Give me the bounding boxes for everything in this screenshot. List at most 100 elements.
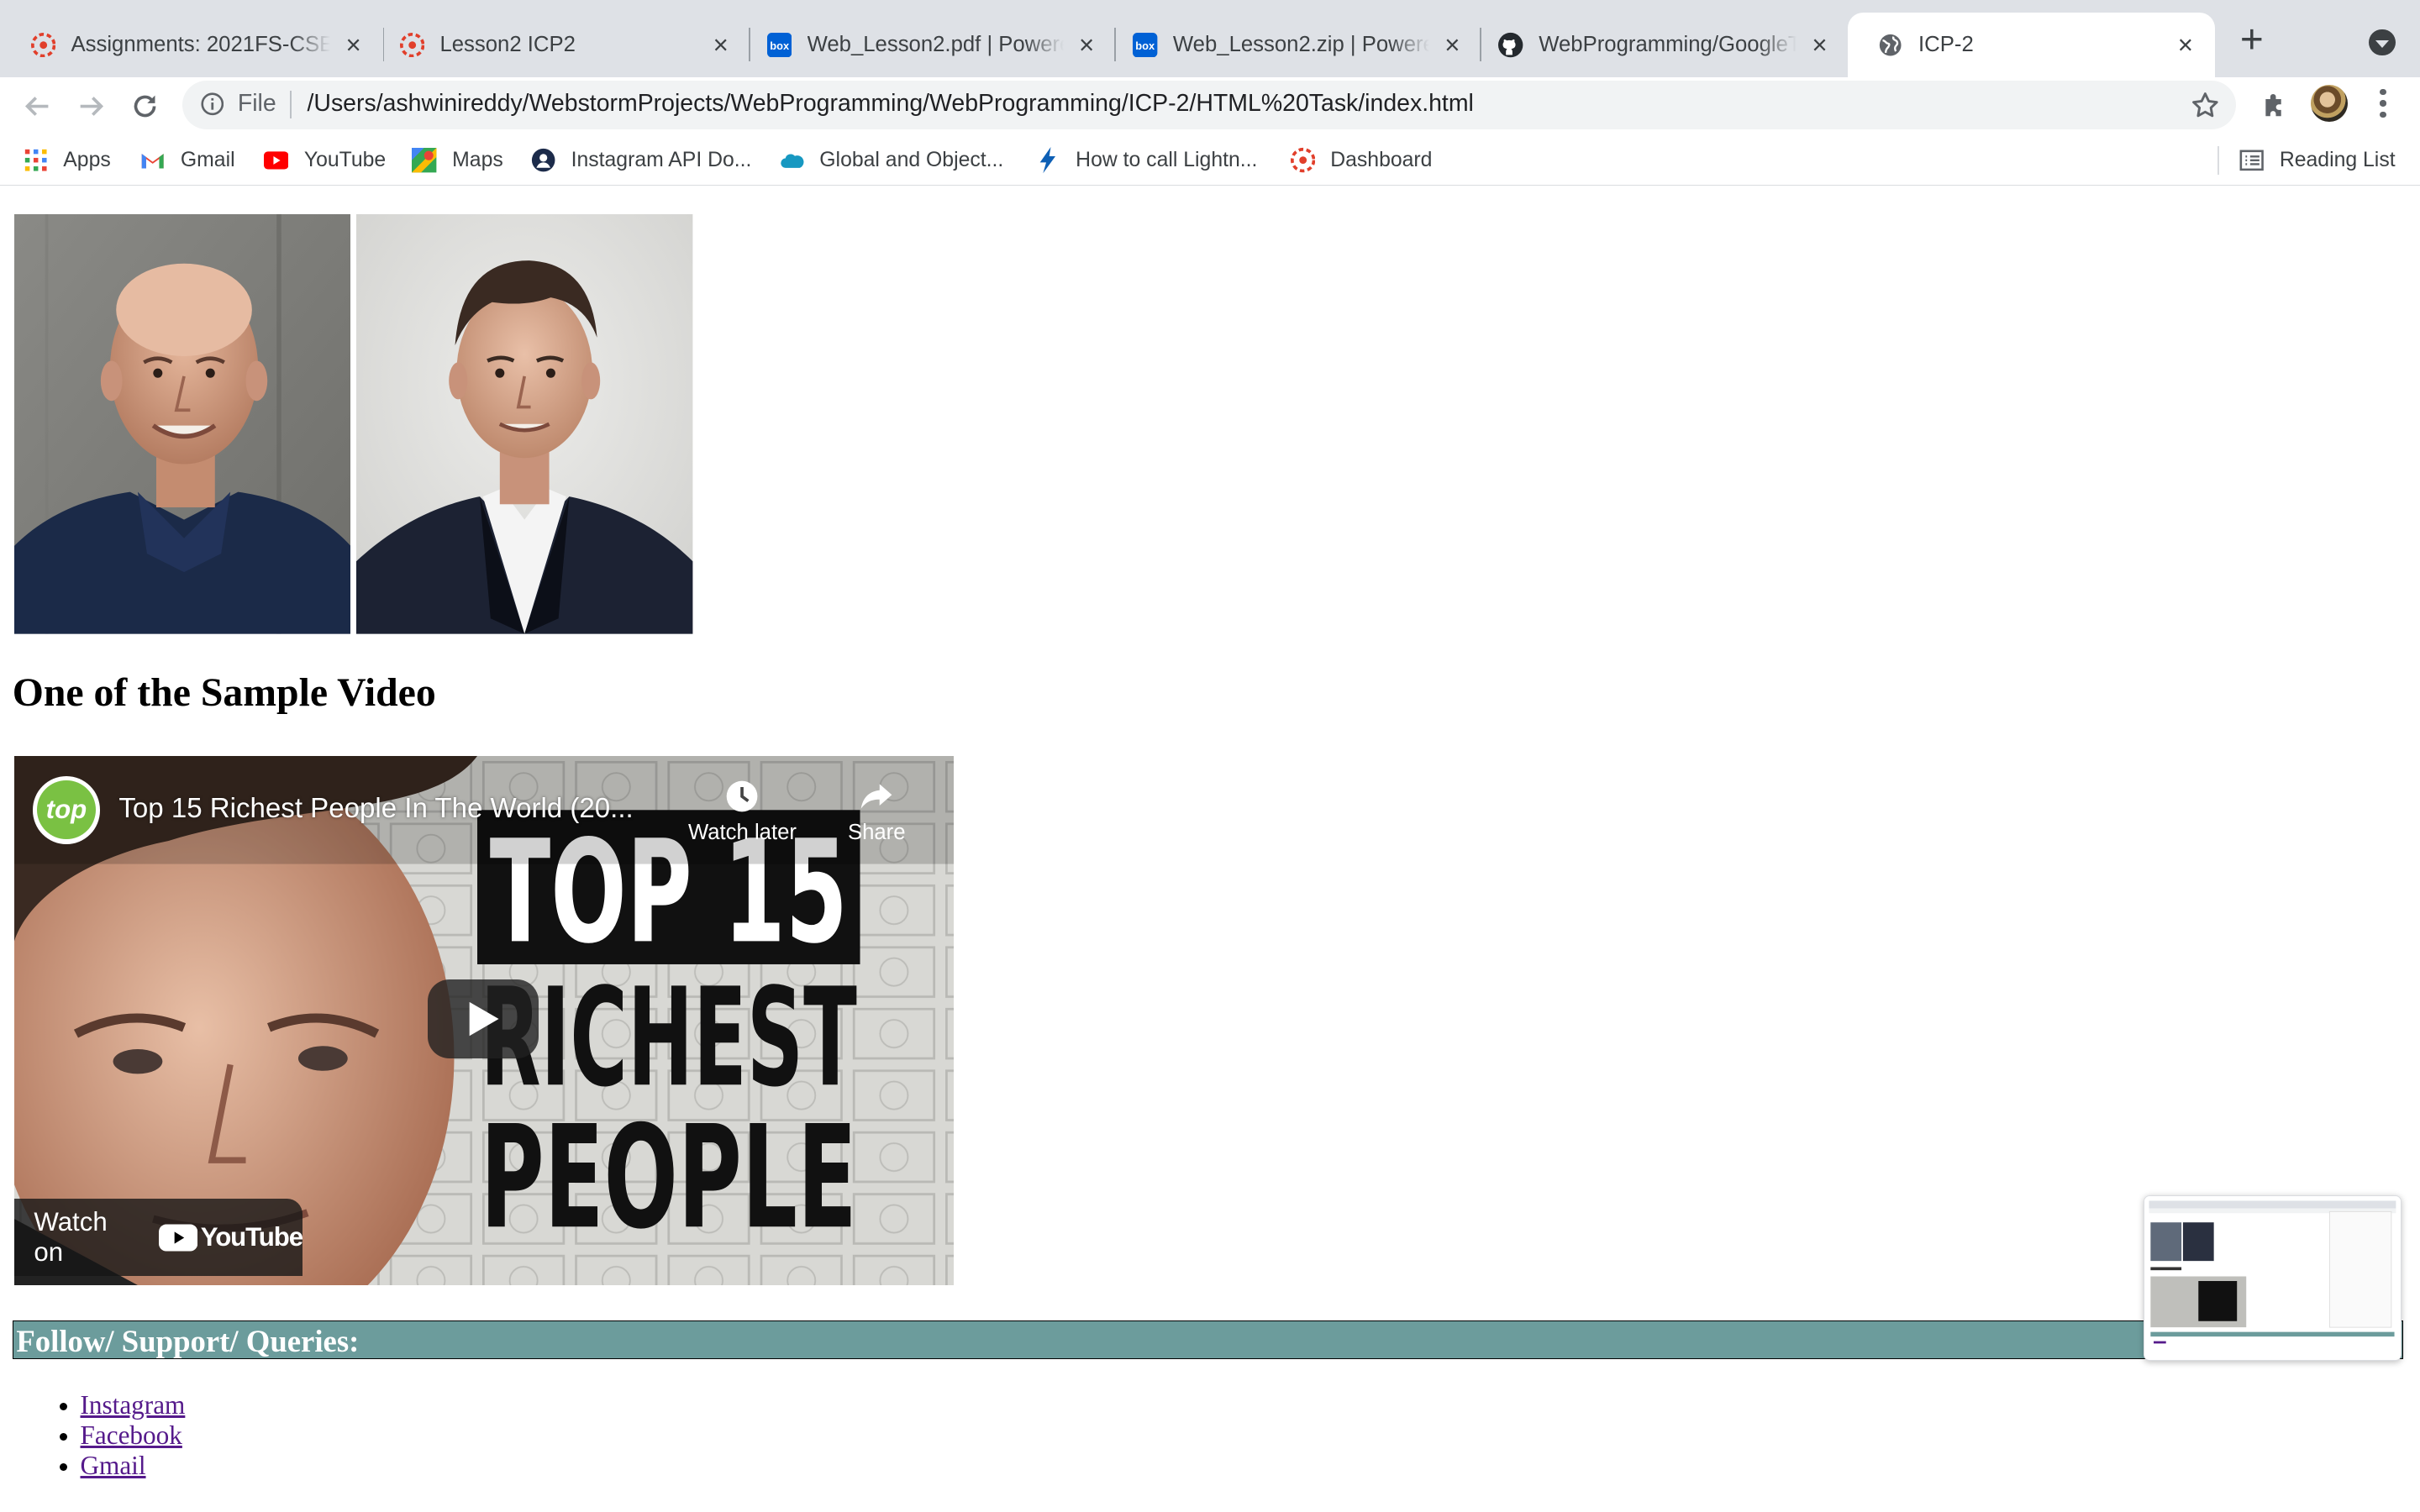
forward-button[interactable] [68,83,114,129]
bookmark-label: YouTube [303,149,387,171]
social-links-list: Instagram Facebook Gmail [0,1390,186,1481]
arrow-right-icon [80,97,103,117]
tab-assignments[interactable]: Assignments: 2021FS-CSE × [0,13,383,77]
new-tab-button[interactable]: + [2233,19,2270,60]
bookmarks-bar: Apps Gmail YouTube Maps Instagram API Do… [0,135,2420,186]
box-icon: box [766,32,792,57]
reading-list-label: Reading List [2279,149,2396,171]
url-scheme: File [237,89,276,117]
gmail-icon [140,148,165,172]
tab-title: ICP-2 [1918,32,1974,56]
close-icon[interactable]: × [2171,31,2199,59]
list-item: Facebook [81,1420,186,1451]
gmail-link[interactable]: Gmail [81,1451,146,1480]
tab-web-lesson2-zip[interactable]: box Web_Lesson2.zip | Powere × [1102,13,1481,77]
bookmark-star-icon[interactable] [2190,90,2221,121]
youtube-icon [264,148,289,172]
reload-icon [134,95,156,118]
tab-title: Web_Lesson2.pdf | Powere [807,32,1064,56]
bookmark-label: How to call Lightn... [1076,149,1258,171]
close-icon[interactable]: × [1073,31,1101,59]
box-icon: box [1133,32,1158,57]
bookmark-how-to-call-lightning[interactable]: How to call Lightn... [1035,144,1257,177]
bookmark-label: Apps [63,149,111,171]
share-arrow-icon [860,784,892,809]
svg-text:box: box [1135,39,1155,52]
close-icon[interactable]: × [1806,31,1833,59]
youtube-video-embed[interactable]: TOP 15 RICHEST PEOPLE top Top 15 Richest… [13,755,955,1285]
url-text[interactable]: /Users/ashwinireddy/WebstormProjects/Web… [308,90,1474,118]
watch-on-youtube-button[interactable]: Watch on YouTube [13,1199,303,1276]
video-title[interactable]: Top 15 Richest People In The World (20..… [118,793,633,825]
reading-list-button[interactable]: Reading List [2239,144,2396,177]
bookmark-apps[interactable]: Apps [24,144,111,177]
tab-lesson2-icp2[interactable]: Lesson2 ICP2 × [369,13,750,77]
browser-toolbar: File /Users/ashwinireddy/WebstormProject… [0,76,2420,136]
tab-web-lesson2-pdf[interactable]: box Web_Lesson2.pdf | Powere × [736,13,1116,77]
bookmark-maps[interactable]: Maps [412,144,503,177]
watch-later-label: Watch later [687,820,797,844]
play-icon [469,1001,499,1037]
portrait-photo-2 [356,214,693,634]
tab-title: WebProgramming/GoogleTa [1539,32,1797,56]
canvas-icon [30,32,56,57]
channel-avatar[interactable]: top [32,775,101,844]
page-content: One of the Sample Video TOP 15 RICHEST P… [0,186,2420,1512]
list-item: Instagram [81,1390,186,1420]
share-label: Share [847,820,906,844]
canvas-icon [399,32,425,57]
close-icon[interactable]: × [339,31,367,59]
bookmark-label: Instagram API Do... [571,149,752,171]
share-button[interactable]: Share [832,778,922,845]
bookmark-global-and-object[interactable]: Global and Object... [780,144,1004,177]
close-icon[interactable]: × [707,31,734,59]
address-bar[interactable]: File /Users/ashwinireddy/WebstormProject… [182,80,2237,130]
screenshot-preview-thumbnail[interactable] [2144,1195,2402,1362]
section-heading: One of the Sample Video [12,670,436,716]
info-icon[interactable] [201,92,224,116]
portrait-photo-1 [13,214,350,634]
salesforce-cloud-icon [780,148,804,172]
tab-icp-2[interactable]: ICP-2 × [1847,12,2215,77]
facebook-link[interactable]: Facebook [81,1420,182,1450]
globe-icon [1878,33,1902,57]
tab-search-icon[interactable] [2369,29,2396,56]
svg-text:box: box [770,39,790,52]
bookmark-label: Maps [452,149,503,171]
follow-support-bar: Follow/ Support/ Queries: [12,1320,2403,1360]
bookmark-label: Gmail [180,149,235,171]
tab-strip: Assignments: 2021FS-CSE × Lesson2 ICP2 ×… [0,0,2420,77]
tab-title: Web_Lesson2.zip | Powere [1172,32,1429,56]
arrow-left-icon [24,97,48,117]
watch-later-button[interactable]: Watch later [681,778,804,845]
bookmark-instagram-api[interactable]: Instagram API Do... [531,144,752,177]
thumbnail-title-line-3: PEOPLE [480,1095,856,1260]
list-item: Gmail [81,1451,186,1481]
bookmark-youtube[interactable]: YouTube [264,144,386,177]
youtube-wordmark: YouTube [200,1222,303,1252]
tab-github-webprogramming[interactable]: WebProgramming/GoogleTa × [1468,13,1849,77]
watch-on-label: Watch on [34,1207,108,1268]
play-button[interactable] [427,979,539,1058]
bookmark-dashboard[interactable]: Dashboard [1290,144,1433,177]
profile-avatar[interactable] [2310,85,2348,123]
extensions-puzzle-icon[interactable] [2260,90,2291,121]
canvas-icon [1290,148,1315,173]
follow-heading: Follow/ Support/ Queries: [16,1324,360,1359]
back-button[interactable] [14,83,60,129]
tab-title: Assignments: 2021FS-CSE [71,32,331,56]
maps-icon [412,148,437,173]
lightning-icon [1035,147,1060,174]
close-icon[interactable]: × [1439,31,1466,59]
reading-list-icon [2239,148,2264,172]
bookmark-label: Global and Object... [819,149,1004,171]
bookmark-gmail[interactable]: Gmail [140,144,235,177]
browser-menu-icon[interactable] [2377,87,2390,120]
instagram-link[interactable]: Instagram [81,1390,186,1420]
reload-button[interactable] [122,83,168,129]
github-icon [1498,32,1523,57]
bookmark-label: Dashboard [1330,149,1433,171]
clock-icon [727,780,758,812]
youtube-logo-icon [158,1224,198,1252]
channel-badge-text: top [45,795,87,825]
